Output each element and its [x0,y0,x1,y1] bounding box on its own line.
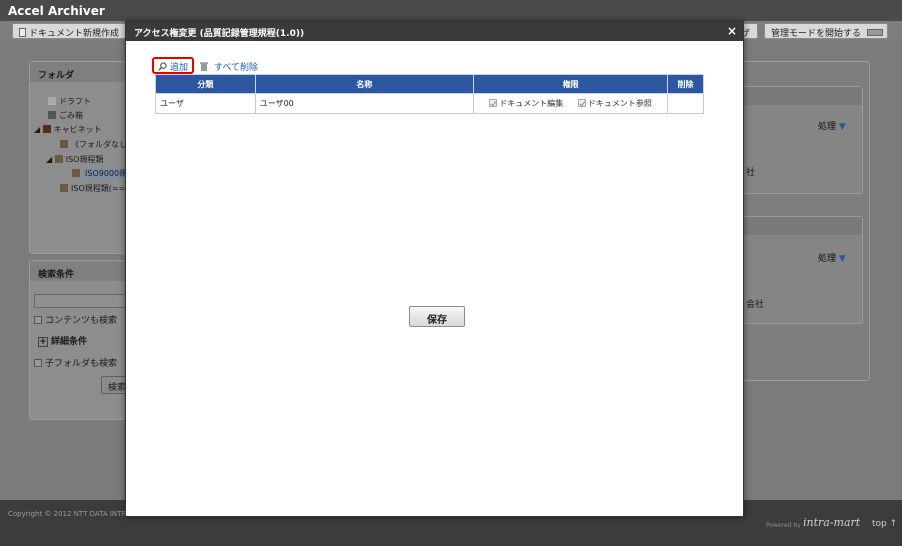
delete-all-label: すべて削除 [214,63,259,73]
document-panel: 処理 ▼ 社 処理 ▼ 会社 [730,61,870,381]
folder-icon [54,155,63,163]
expand-icon: ◢ [34,125,43,134]
tree-item-iso-other[interactable]: ISO規程類(=== [60,183,132,194]
app-title: Accel Archiver [0,0,902,21]
folder-panel: フォルダ ドラフト ごみ箱 ◢ キャビネット 《フォルダなし》 ◢ ISO規程類… [29,61,135,254]
checkbox[interactable] [34,359,42,367]
toggle-icon [866,29,883,36]
column-header-permission: 権限 [473,74,669,94]
subfolder-search-option[interactable]: 子フォルダも検索 [34,356,117,369]
permission-edit[interactable]: ドキュメント編集 [489,98,563,109]
column-header-category: 分類 [155,74,256,94]
new-document-label: ドキュメント新規作成 [29,29,120,39]
search-input[interactable] [34,294,132,308]
folder-panel-title: フォルダ [30,62,132,82]
card-header [736,217,862,235]
access-rights-dialog: アクセス権変更 (品質記録管理規程(1.0)) × 追加 すべて削除 分類 名称… [125,21,744,517]
cell-category: ユーザ [155,93,256,114]
document-card: 処理 ▼ 会社 [735,216,863,324]
delete-all-button[interactable]: すべて削除 [200,60,258,73]
table-header-row: 分類 名称 権限 削除 [155,74,704,94]
tree-item-iso[interactable]: ◢ ISO規程類 [46,154,103,165]
chevron-down-icon: ▼ [836,122,846,132]
process-menu[interactable]: 処理 ▼ [818,251,846,264]
dialog-header: アクセス権変更 (品質記録管理規程(1.0)) × [126,22,743,41]
expand-icon: ◢ [46,155,55,164]
permission-view[interactable]: ドキュメント参照 [577,98,652,109]
search-icon [158,62,167,71]
trash-icon [48,111,56,119]
card-text: 会社 [746,300,765,310]
column-header-name: 名称 [254,74,475,94]
process-menu[interactable]: 処理 ▼ [818,119,846,132]
save-button[interactable]: 保存 [409,306,465,327]
trash-icon [200,62,208,71]
admin-mode-button[interactable]: 管理モードを開始する [764,23,888,39]
tree-item-trash[interactable]: ごみ箱 [48,110,83,121]
table-row: ユーザ ユーザ00 ドキュメント編集 ドキュメント参照 [155,93,704,114]
checkbox[interactable] [34,316,42,324]
search-panel: 検索条件 コンテンツも検索 + 詳細条件 子フォルダも検索 検索 [29,260,133,420]
chevron-down-icon: ▼ [836,254,846,264]
tree-item-iso9000[interactable]: ISO9000規 [72,168,130,179]
dialog-title: アクセス権変更 (品質記録管理規程(1.0)) [134,29,305,39]
plus-icon: + [38,337,48,347]
tree-item-cabinet[interactable]: ◢ キャビネット [34,124,102,135]
document-card: 処理 ▼ 社 [735,86,863,194]
admin-mode-label: 管理モードを開始する [771,29,862,39]
folder-icon [60,184,68,192]
top-link[interactable]: top ↑ [872,519,897,529]
brand-logo: intra-mart [803,516,861,529]
checkbox[interactable] [577,99,586,107]
powered-by: Powered by [766,522,801,529]
draft-icon [48,97,56,105]
tree-item-draft[interactable]: ドラフト [48,96,91,107]
cell-delete[interactable] [667,93,704,114]
new-document-button[interactable]: ドキュメント新規作成 [12,23,127,39]
tree-item-no-folder[interactable]: 《フォルダなし》 [60,139,135,150]
detail-conditions-toggle[interactable]: + 詳細条件 [38,334,87,347]
document-icon [19,28,26,37]
folder-icon [60,140,68,148]
column-header-delete: 削除 [667,74,704,94]
card-header [736,87,862,105]
checkbox[interactable] [489,99,498,107]
content-search-option[interactable]: コンテンツも検索 [34,313,117,326]
cell-name: ユーザ00 [254,93,475,114]
add-button[interactable]: 追加 [152,57,194,74]
add-label: 追加 [170,63,189,73]
close-icon[interactable]: × [727,24,737,38]
card-text: 社 [746,168,756,178]
folder-icon [72,169,80,177]
cabinet-icon [42,125,51,133]
copyright: Copyright © 2012 NTT DATA INTRA [8,510,131,518]
cell-permissions: ドキュメント編集 ドキュメント参照 [473,93,669,114]
access-rights-table: 分類 名称 権限 削除 ユーザ ユーザ00 ドキュメント編集 ドキュメント参照 [155,74,704,114]
search-panel-title: 検索条件 [30,261,132,281]
